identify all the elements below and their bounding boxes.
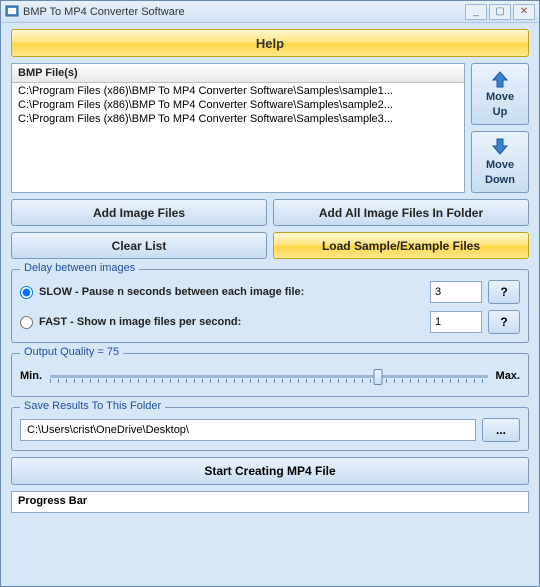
move-down-button[interactable]: Move Down: [471, 131, 529, 193]
app-window: BMP To MP4 Converter Software _ ▢ ✕ Help…: [0, 0, 540, 587]
list-item[interactable]: C:\Program Files (x86)\BMP To MP4 Conver…: [12, 112, 464, 126]
delay-fast-row: FAST - Show n image files per second: ?: [20, 310, 520, 334]
clear-list-button[interactable]: Clear List: [11, 232, 267, 259]
file-list-header: BMP File(s): [12, 64, 464, 83]
minimize-button[interactable]: _: [465, 4, 487, 20]
move-up-button[interactable]: Move Up: [471, 63, 529, 125]
content: Help BMP File(s) C:\Program Files (x86)\…: [1, 23, 539, 519]
browse-button[interactable]: ...: [482, 418, 520, 442]
quality-group-title: Output Quality = 75: [20, 346, 123, 358]
file-list-body[interactable]: C:\Program Files (x86)\BMP To MP4 Conver…: [12, 83, 464, 192]
titlebar-buttons: _ ▢ ✕: [465, 4, 535, 20]
delay-slow-row: SLOW - Pause n seconds between each imag…: [20, 280, 520, 304]
fast-radio-label[interactable]: FAST - Show n image files per second:: [20, 316, 424, 329]
file-row: BMP File(s) C:\Program Files (x86)\BMP T…: [11, 63, 529, 193]
add-image-files-button[interactable]: Add Image Files: [11, 199, 267, 226]
list-item[interactable]: C:\Program Files (x86)\BMP To MP4 Conver…: [12, 84, 464, 98]
save-path-input[interactable]: [20, 419, 476, 441]
slow-radio-label[interactable]: SLOW - Pause n seconds between each imag…: [20, 286, 424, 299]
save-row: ...: [20, 418, 520, 442]
help-button[interactable]: Help: [11, 29, 529, 57]
slider-track: [50, 375, 488, 378]
delay-group: Delay between images SLOW - Pause n seco…: [11, 269, 529, 343]
fast-help-button[interactable]: ?: [488, 310, 520, 334]
delay-group-title: Delay between images: [20, 262, 139, 274]
load-sample-button[interactable]: Load Sample/Example Files: [273, 232, 529, 259]
fast-value-input[interactable]: [430, 311, 482, 333]
slider-ticks: [50, 379, 488, 383]
arrow-up-icon: [490, 69, 510, 89]
button-row-2: Clear List Load Sample/Example Files: [11, 232, 529, 259]
progress-bar: Progress Bar: [11, 491, 529, 513]
titlebar: BMP To MP4 Converter Software _ ▢ ✕: [1, 1, 539, 23]
start-button[interactable]: Start Creating MP4 File: [11, 457, 529, 485]
arrow-down-icon: [490, 137, 510, 157]
titlebar-title: BMP To MP4 Converter Software: [23, 6, 465, 18]
quality-min-label: Min.: [20, 370, 42, 382]
button-row-1: Add Image Files Add All Image Files In F…: [11, 199, 529, 226]
slow-value-input[interactable]: [430, 281, 482, 303]
add-all-folder-button[interactable]: Add All Image Files In Folder: [273, 199, 529, 226]
move-column: Move Up Move Down: [471, 63, 529, 193]
slider-thumb[interactable]: [374, 369, 383, 385]
quality-slider[interactable]: [50, 366, 488, 386]
fast-radio[interactable]: [20, 316, 33, 329]
close-button[interactable]: ✕: [513, 4, 535, 20]
quality-max-label: Max.: [496, 370, 520, 382]
slow-radio[interactable]: [20, 286, 33, 299]
slow-help-button[interactable]: ?: [488, 280, 520, 304]
maximize-button[interactable]: ▢: [489, 4, 511, 20]
quality-slider-row: Min. Max.: [20, 364, 520, 388]
list-item[interactable]: C:\Program Files (x86)\BMP To MP4 Conver…: [12, 98, 464, 112]
save-group-title: Save Results To This Folder: [20, 400, 165, 412]
file-list[interactable]: BMP File(s) C:\Program Files (x86)\BMP T…: [11, 63, 465, 193]
app-icon: [5, 5, 19, 19]
save-group: Save Results To This Folder ...: [11, 407, 529, 451]
quality-group: Output Quality = 75 Min. Max.: [11, 353, 529, 397]
